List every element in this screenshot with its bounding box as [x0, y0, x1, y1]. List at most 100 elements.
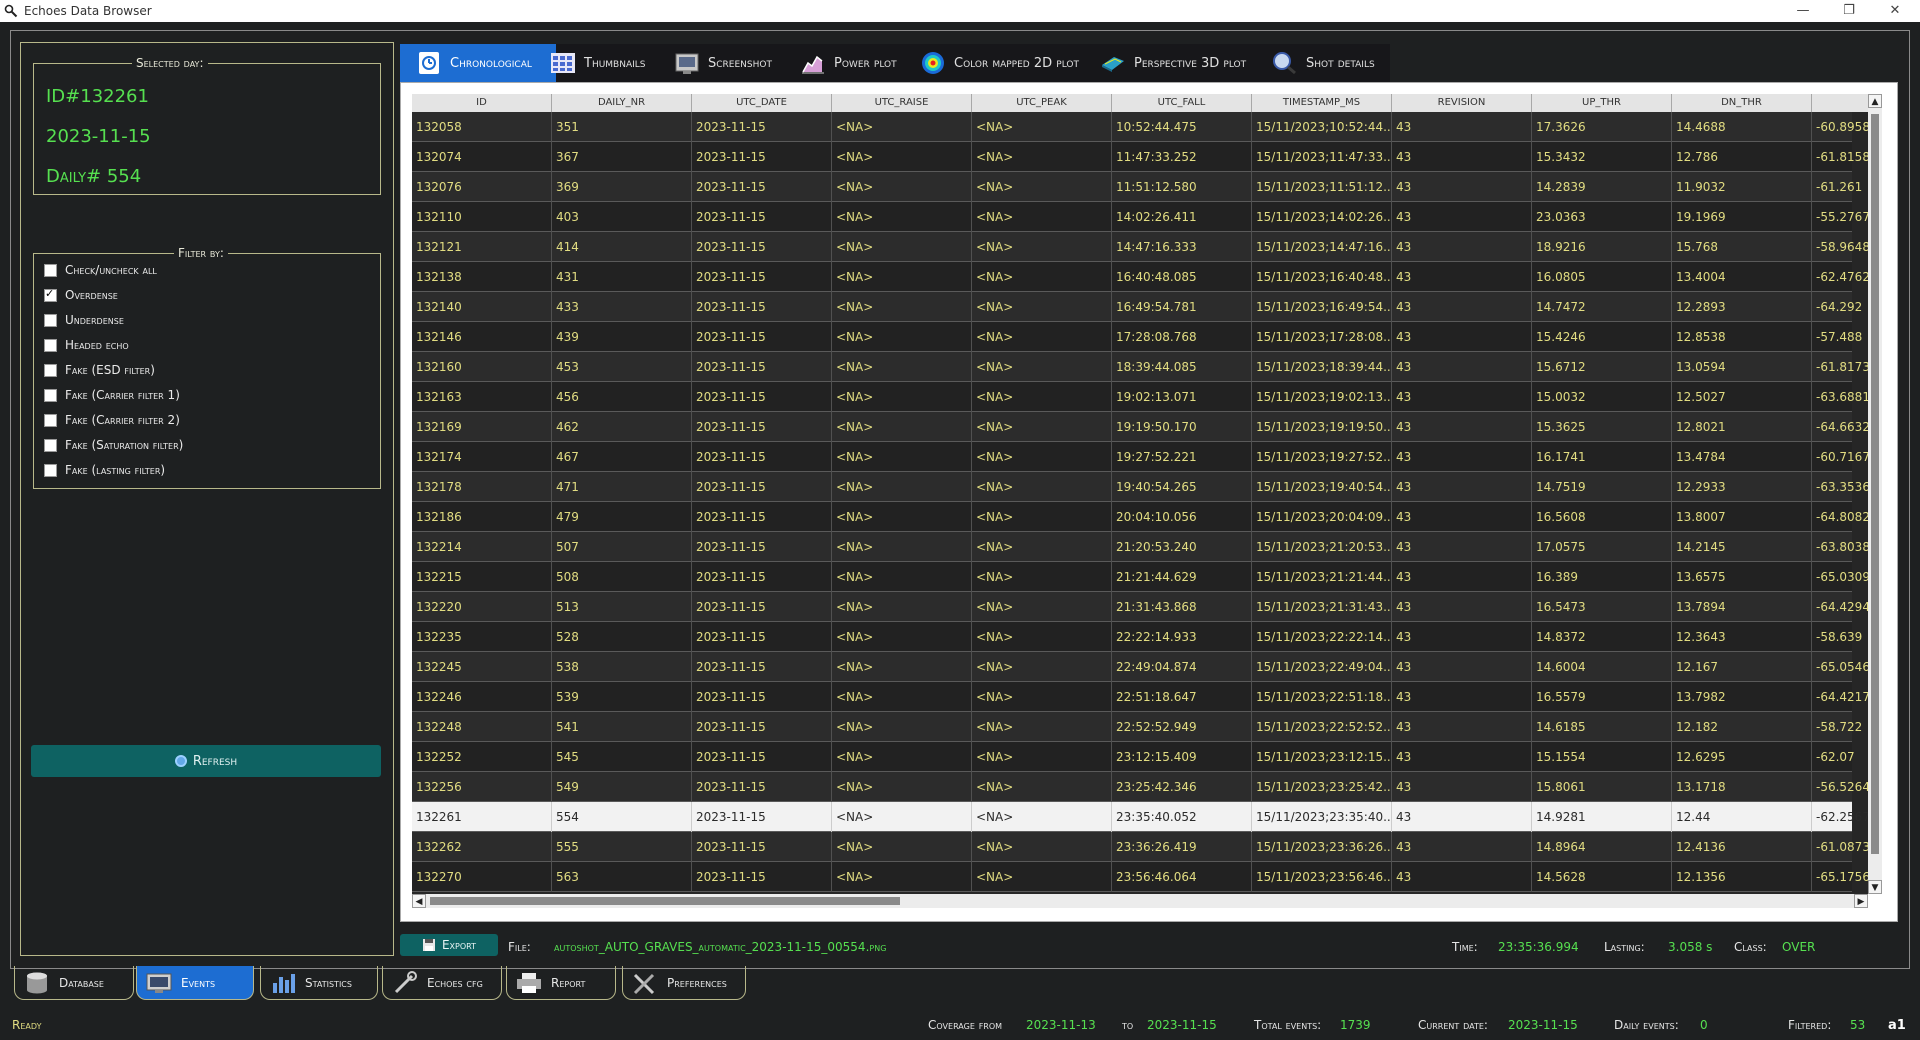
- filter-checkbox[interactable]: [44, 263, 57, 277]
- table-cell: 549: [552, 772, 692, 802]
- tab-color-mapped-2d-plot[interactable]: Color mapped 2D plot: [920, 44, 1090, 82]
- filter-checkbox[interactable]: [44, 438, 57, 452]
- filter-checkbox[interactable]: [44, 463, 57, 477]
- table-row[interactable]: 132270 563 2023-11-15 <NA> <NA> 23:56:46.064 1…: [412, 862, 1868, 892]
- filter-option[interactable]: Underdense: [44, 310, 124, 330]
- table-row[interactable]: 132160 453 2023-11-15 <NA> <NA> 18:39:44.085 1…: [412, 352, 1868, 382]
- filter-option[interactable]: Fake (ESD filter): [44, 360, 155, 380]
- tab-echoes-cfg[interactable]: Echoes cfg: [382, 966, 502, 1000]
- table-cell: 12.2933: [1672, 472, 1812, 502]
- column-header[interactable]: UTC_DATE: [692, 94, 832, 112]
- table-row[interactable]: 132246 539 2023-11-15 <NA> <NA> 22:51:18.647 1…: [412, 682, 1868, 712]
- filter-option[interactable]: Headed echo: [44, 335, 129, 355]
- column-header[interactable]: UTC_FALL: [1112, 94, 1252, 112]
- refresh-button[interactable]: Refresh: [31, 745, 381, 777]
- table-row[interactable]: 132245 538 2023-11-15 <NA> <NA> 22:49:04.874 1…: [412, 652, 1868, 682]
- table-cell: 2023-11-15: [692, 172, 832, 202]
- table-cell: 132261: [412, 802, 552, 832]
- table-cell: 18:39:44.085: [1112, 352, 1252, 382]
- table-cell: 12.8538: [1672, 322, 1812, 352]
- table-row[interactable]: 132252 545 2023-11-15 <NA> <NA> 23:12:15.409 1…: [412, 742, 1855, 772]
- table-row[interactable]: 132186 479 2023-11-15 <NA> <NA> 20:04:10.056 1…: [412, 502, 1868, 532]
- filter-option[interactable]: Check/uncheck all: [44, 260, 157, 280]
- filter-label: Check/uncheck all: [65, 263, 157, 277]
- tab-database[interactable]: Database: [14, 966, 134, 1000]
- table-row[interactable]: 132256 549 2023-11-15 <NA> <NA> 23:25:42.346 1…: [412, 772, 1868, 802]
- scroll-right-arrow[interactable]: ▶: [1854, 894, 1868, 908]
- table-cell: 15/11/2023;21:20:53...: [1252, 532, 1392, 562]
- table-row[interactable]: 132214 507 2023-11-15 <NA> <NA> 21:20:53.240 1…: [412, 532, 1868, 562]
- table-row[interactable]: 132163 456 2023-11-15 <NA> <NA> 19:02:13.071 1…: [412, 382, 1868, 412]
- table-row[interactable]: 132140 433 2023-11-15 <NA> <NA> 16:49:54.781 1…: [412, 292, 1862, 322]
- tab-events[interactable]: Events: [136, 966, 254, 1000]
- table-row[interactable]: 132076 369 2023-11-15 <NA> <NA> 11:51:12.580 1…: [412, 172, 1862, 202]
- table-row[interactable]: 132220 513 2023-11-15 <NA> <NA> 21:31:43.868 1…: [412, 592, 1868, 622]
- export-button[interactable]: Export: [400, 934, 498, 956]
- filter-option[interactable]: Fake (lasting filter): [44, 460, 165, 480]
- column-header[interactable]: UTC_PEAK: [972, 94, 1112, 112]
- table-row[interactable]: 132215 508 2023-11-15 <NA> <NA> 21:21:44.629 1…: [412, 562, 1868, 592]
- tab-thumbnails[interactable]: Thumbnails: [550, 44, 670, 82]
- tab-screenshot[interactable]: Screenshot: [674, 44, 794, 82]
- table-cell: 2023-11-15: [692, 202, 832, 232]
- tab-perspective-3d-plot[interactable]: Perspective 3D plot: [1100, 44, 1250, 82]
- table-row[interactable]: 132110 403 2023-11-15 <NA> <NA> 14:02:26.411 1…: [412, 202, 1868, 232]
- tab-statistics[interactable]: Statistics: [260, 966, 378, 1000]
- filter-checkbox[interactable]: [44, 338, 57, 352]
- table-row[interactable]: 132146 439 2023-11-15 <NA> <NA> 17:28:08.768 1…: [412, 322, 1862, 352]
- table-row[interactable]: 132178 471 2023-11-15 <NA> <NA> 19:40:54.265 1…: [412, 472, 1868, 502]
- tab-power-plot[interactable]: Power plot: [800, 44, 910, 82]
- table-row[interactable]: 132074 367 2023-11-15 <NA> <NA> 11:47:33.252 1…: [412, 142, 1868, 172]
- scroll-left-arrow[interactable]: ◀: [412, 894, 426, 908]
- column-header[interactable]: [1812, 94, 1868, 112]
- table-cell: 16.5608: [1532, 502, 1672, 532]
- filter-checkbox[interactable]: [44, 388, 57, 402]
- table-row[interactable]: 132138 431 2023-11-15 <NA> <NA> 16:40:48.085 1…: [412, 262, 1868, 292]
- filter-option[interactable]: Fake (Carrier filter 2): [44, 410, 180, 430]
- filter-checkbox[interactable]: [44, 363, 57, 377]
- table-cell: 2023-11-15: [692, 742, 832, 772]
- column-header[interactable]: UTC_RAISE: [832, 94, 972, 112]
- horizontal-scrollbar[interactable]: ◀ ▶: [412, 894, 1868, 908]
- restore-button[interactable]: ❐: [1826, 0, 1872, 22]
- filter-option[interactable]: Fake (Carrier filter 1): [44, 385, 180, 405]
- table-row-selected[interactable]: 132261 554 2023-11-15 <NA> <NA> 23:35:40.052 1…: [412, 802, 1868, 832]
- selected-id: ID#132261: [46, 86, 149, 107]
- tab-preferences[interactable]: Preferences: [622, 966, 746, 1000]
- tab-shot-details[interactable]: Shot details: [1272, 44, 1390, 82]
- filter-checkbox[interactable]: [44, 413, 57, 427]
- tab-chronological[interactable]: Chronological: [400, 44, 556, 82]
- column-header[interactable]: DAILY_NR: [552, 94, 692, 112]
- minimize-button[interactable]: —: [1780, 0, 1826, 22]
- table-cell: -63.3536: [1812, 472, 1868, 502]
- table-row[interactable]: 132169 462 2023-11-15 <NA> <NA> 19:19:50.170 1…: [412, 412, 1868, 442]
- table-cell: 43: [1392, 862, 1532, 892]
- column-header[interactable]: REVISION: [1392, 94, 1532, 112]
- column-header[interactable]: UP_THR: [1532, 94, 1672, 112]
- filter-option[interactable]: Fake (Saturation filter): [44, 435, 183, 455]
- table-row[interactable]: 132235 528 2023-11-15 <NA> <NA> 22:22:14.933 1…: [412, 622, 1862, 652]
- tab-report[interactable]: Report: [506, 966, 616, 1000]
- table-cell: 16.389: [1532, 562, 1672, 592]
- filter-checkbox[interactable]: [44, 313, 57, 327]
- events-table[interactable]: ID DAILY_NR UTC_DATE UTC_RAISE UTC_PEAK UTC_F…: [412, 94, 1868, 894]
- table-row[interactable]: 132121 414 2023-11-15 <NA> <NA> 14:47:16.333 1…: [412, 232, 1868, 262]
- vertical-scrollbar[interactable]: ▲ ▼: [1868, 94, 1882, 894]
- scroll-up-arrow[interactable]: ▲: [1868, 94, 1882, 108]
- scroll-down-arrow[interactable]: ▼: [1868, 880, 1882, 894]
- table-cell: 12.5027: [1672, 382, 1812, 412]
- filter-label: Overdense: [65, 288, 118, 302]
- filter-checkbox[interactable]: [44, 287, 57, 302]
- column-header[interactable]: TIMESTAMP_MS: [1252, 94, 1392, 112]
- filter-option[interactable]: Overdense: [44, 285, 118, 305]
- table-cell: 23:56:46.064: [1112, 862, 1252, 892]
- table-row[interactable]: 132262 555 2023-11-15 <NA> <NA> 23:36:26.419 1…: [412, 832, 1868, 862]
- close-button[interactable]: ✕: [1872, 0, 1918, 22]
- vertical-scroll-thumb[interactable]: [1871, 114, 1879, 854]
- horizontal-scroll-thumb[interactable]: [430, 897, 900, 905]
- column-header[interactable]: ID: [412, 94, 552, 112]
- table-row[interactable]: 132058 351 2023-11-15 <NA> <NA> 10:52:44.475 1…: [412, 112, 1868, 142]
- table-row[interactable]: 132248 541 2023-11-15 <NA> <NA> 22:52:52.949 1…: [412, 712, 1862, 742]
- column-header[interactable]: DN_THR: [1672, 94, 1812, 112]
- table-row[interactable]: 132174 467 2023-11-15 <NA> <NA> 19:27:52.221 1…: [412, 442, 1868, 472]
